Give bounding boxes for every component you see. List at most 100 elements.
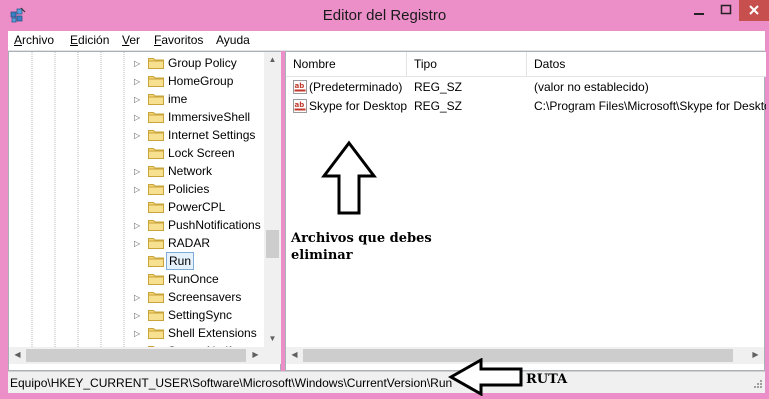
tree-item-label: HomeGroup [168, 74, 234, 88]
menu-ver[interactable]: Ver [122, 33, 140, 47]
value-name: (Predeterminado) [309, 80, 403, 94]
tree-item-label: RADAR [168, 236, 211, 250]
scroll-right-icon[interactable]: ▶ [247, 350, 264, 359]
expand-arrow-icon[interactable]: ▷ [134, 95, 140, 104]
folder-icon [148, 274, 164, 285]
tree-item[interactable]: ▷ HomeGroup [9, 72, 264, 90]
tree-item[interactable]: ▷ RADAR [9, 234, 264, 252]
tree-item-label: Group Policy [168, 56, 237, 70]
column-datos[interactable]: Datos [527, 52, 766, 76]
tree-item[interactable]: ▷ Internet Settings [9, 126, 264, 144]
value-data: C:\Program Files\Microsoft\Skype for Des… [534, 99, 766, 113]
menu-mnemonic: E [70, 33, 79, 47]
tree-item-label: RunOnce [168, 272, 219, 286]
maximize-icon [720, 4, 731, 15]
minimize-icon [693, 13, 704, 15]
annotation-up-arrow-icon [321, 140, 377, 215]
value-type: REG_SZ [414, 80, 463, 94]
folder-icon [148, 112, 164, 123]
scroll-down-icon[interactable]: ▼ [264, 334, 281, 343]
folder-icon [148, 94, 164, 105]
tree-item[interactable]: ▷ PushNotifications [9, 216, 264, 234]
expand-arrow-icon[interactable]: ▷ [134, 185, 140, 194]
menu-label: rchivo [22, 33, 55, 47]
minimize-button[interactable] [685, 0, 712, 21]
key-tree: ▷ Group Policy ▷ HomeGroup ▷ ime ▷ ImmersiveShe… [9, 52, 264, 347]
tree-item-label: Screensavers [168, 290, 242, 304]
tree-vertical-scrollbar[interactable]: ▲ ▼ [264, 52, 281, 347]
tree-item[interactable]: ▷ ime [9, 90, 264, 108]
value-row[interactable]: ab (Predeterminado) REG_SZ (valor no est… [286, 78, 766, 97]
folder-icon [148, 166, 164, 177]
menu-label: er [129, 33, 141, 47]
tree-horizontal-scrollbar[interactable]: ◀ ▶ [9, 347, 264, 364]
menu-mnemonic: A [14, 33, 23, 47]
resize-grip-icon[interactable] [751, 379, 763, 391]
folder-icon [148, 310, 164, 321]
tree-item-label: SettingSync [168, 308, 233, 322]
expand-arrow-icon[interactable]: ▷ [134, 293, 140, 302]
expand-arrow-icon[interactable]: ▷ [134, 77, 140, 86]
close-button[interactable] [739, 0, 769, 21]
tree-item-label: PowerCPL [168, 200, 226, 214]
maximize-button[interactable] [712, 0, 739, 21]
tree-item[interactable]: PowerCPL [9, 198, 264, 216]
expand-arrow-icon[interactable]: ▷ [134, 59, 140, 68]
menu-bar: Archivo Edición Ver Favoritos Ayuda [8, 31, 765, 51]
scroll-thumb[interactable] [26, 349, 246, 362]
registry-path: Equipo\HKEY_CURRENT_USER\Software\Micros… [10, 376, 453, 390]
tree-item[interactable]: RunOnce [9, 270, 264, 288]
scroll-left-icon[interactable]: ◀ [9, 350, 26, 359]
tree-item-label: ImmersiveShell [168, 110, 251, 124]
tree-item-label: Policies [168, 182, 210, 196]
menu-edicion[interactable]: Edición [70, 33, 109, 47]
folder-icon [148, 220, 164, 231]
folder-icon [148, 256, 164, 267]
expand-arrow-icon[interactable]: ▷ [134, 113, 140, 122]
values-horizontal-scrollbar[interactable]: ◀ ▶ [286, 347, 764, 364]
expand-arrow-icon[interactable]: ▷ [134, 311, 140, 320]
tree-item[interactable]: Lock Screen [9, 144, 264, 162]
scroll-left-icon[interactable]: ◀ [286, 350, 303, 359]
menu-label: avoritos [161, 33, 204, 47]
status-bar: Equipo\HKEY_CURRENT_USER\Software\Micros… [8, 358, 765, 396]
tree-item[interactable]: ▷ Screensavers [9, 288, 264, 306]
expand-arrow-icon[interactable]: ▷ [134, 329, 140, 338]
title-bar[interactable]: Editor del Registro [0, 0, 769, 31]
scroll-up-icon[interactable]: ▲ [264, 55, 281, 64]
values-header: Nombre Tipo Datos [286, 52, 766, 77]
tree-item[interactable]: ▷ ImmersiveShell [9, 108, 264, 126]
tree-item[interactable]: ▷ Policies [9, 180, 264, 198]
string-value-icon: ab [293, 80, 307, 94]
value-row[interactable]: ab Skype for Desktop REG_SZ C:\Program F… [286, 97, 766, 116]
tree-item[interactable]: ▷ Group Policy [9, 54, 264, 72]
tree-item[interactable]: ▷ Network [9, 162, 264, 180]
column-nombre[interactable]: Nombre [286, 52, 407, 76]
window-title: Editor del Registro [322, 7, 447, 24]
svg-text:ab: ab [295, 101, 305, 109]
tree-item-label: ime [168, 92, 188, 106]
column-tipo[interactable]: Tipo [407, 52, 527, 76]
annotation-left-arrow-icon [448, 358, 523, 396]
folder-icon [148, 130, 164, 141]
folder-icon [148, 202, 164, 213]
tree-item-label: Internet Settings [168, 128, 256, 142]
scroll-thumb[interactable] [266, 230, 279, 258]
menu-archivo[interactable]: Archivo [14, 33, 54, 47]
folder-icon [148, 238, 164, 249]
expand-arrow-icon[interactable]: ▷ [134, 131, 140, 140]
tree-item[interactable]: ▷ Shell Extensions [9, 324, 264, 342]
folder-icon [148, 148, 164, 159]
menu-label: Ayuda [216, 33, 250, 47]
tree-item[interactable]: ▷ SettingSync [9, 306, 264, 324]
scroll-corner [264, 347, 281, 364]
scroll-right-icon[interactable]: ▶ [747, 350, 764, 359]
svg-text:ab: ab [295, 82, 305, 90]
menu-favoritos[interactable]: Favoritos [154, 33, 203, 47]
menu-ayuda[interactable]: Ayuda [216, 33, 250, 47]
expand-arrow-icon[interactable]: ▷ [134, 167, 140, 176]
expand-arrow-icon[interactable]: ▷ [134, 239, 140, 248]
tree-item[interactable]: Run [9, 252, 264, 270]
expand-arrow-icon[interactable]: ▷ [134, 221, 140, 230]
key-tree-pane: ▷ Group Policy ▷ HomeGroup ▷ ime ▷ ImmersiveShe… [8, 51, 281, 371]
